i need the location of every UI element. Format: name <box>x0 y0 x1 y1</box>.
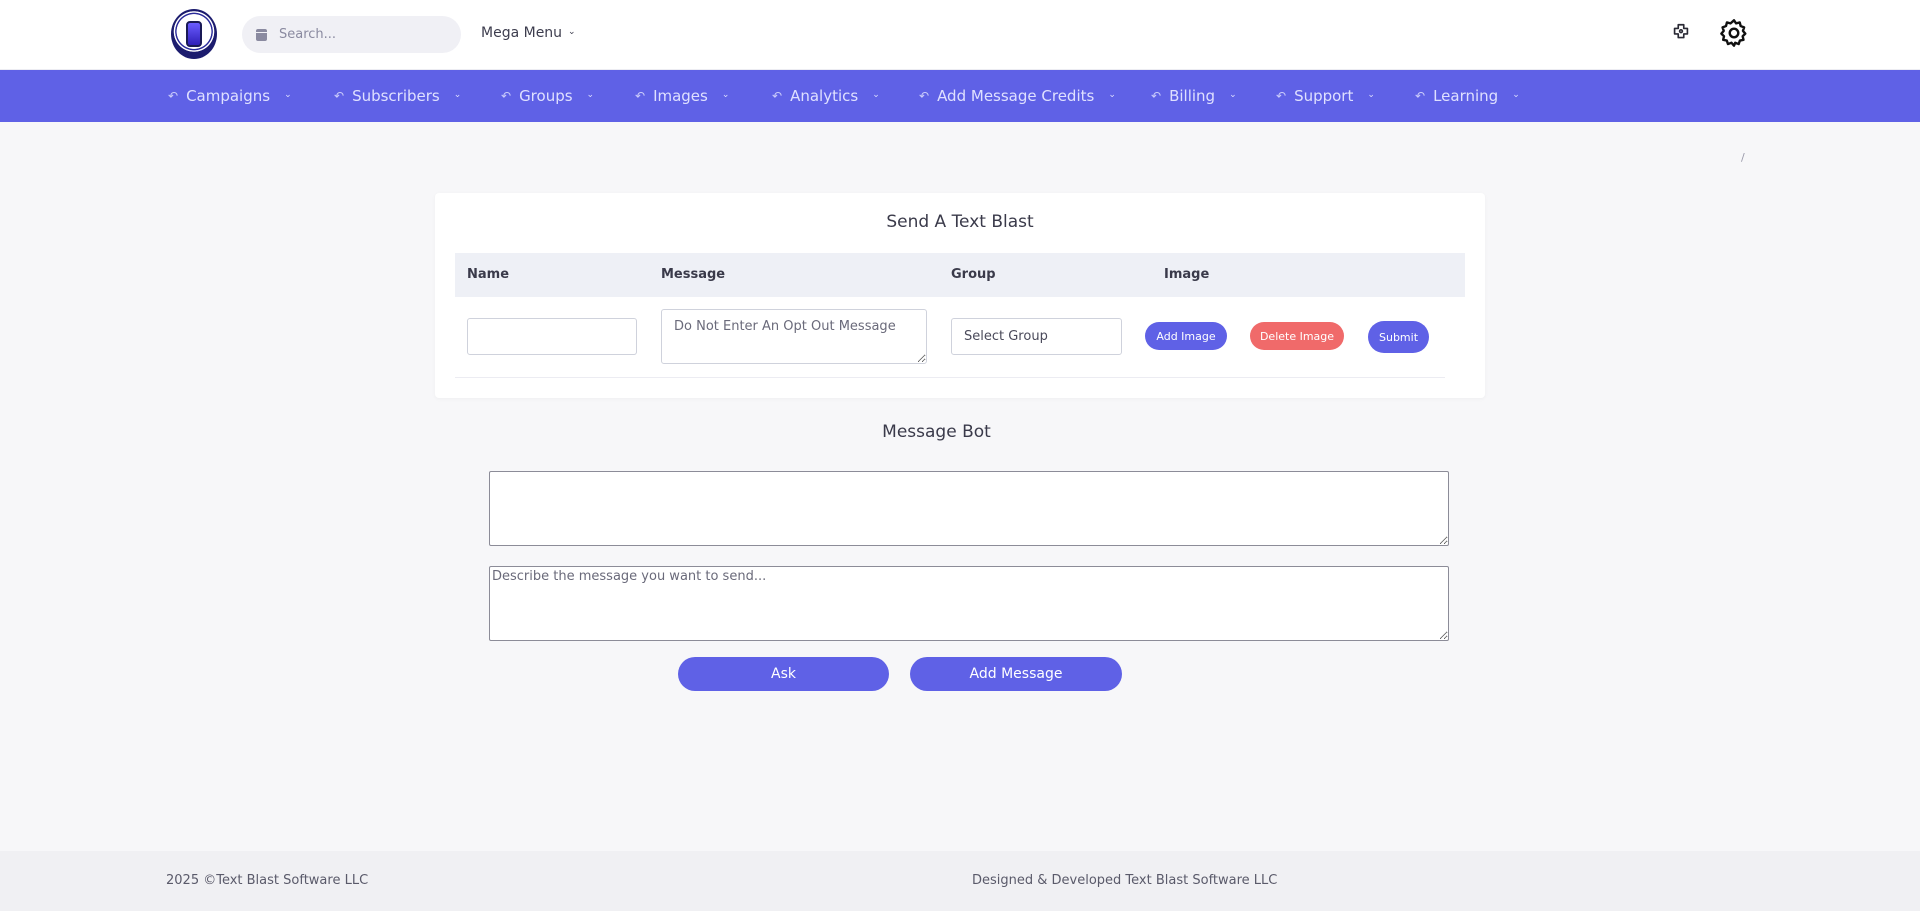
row-divider <box>455 377 1445 378</box>
nav-item-groups[interactable]: ↶ Groups ⌄ <box>501 70 594 122</box>
chevron-down-icon: ⌄ <box>284 90 292 100</box>
plugin-icon[interactable] <box>1669 21 1693 45</box>
mega-menu-label: Mega Menu <box>481 25 563 41</box>
reply-icon: ↶ <box>1151 89 1162 103</box>
reply-icon: ↶ <box>1415 89 1426 103</box>
nav-label: Analytics <box>790 87 859 105</box>
footer-copyright: 2025 ©Text Blast Software LLC <box>166 873 369 888</box>
submit-button[interactable]: Submit <box>1368 321 1429 353</box>
nav-label: Subscribers <box>352 87 440 105</box>
name-input[interactable] <box>467 318 637 355</box>
nav-item-subscribers[interactable]: ↶ Subscribers ⌄ <box>334 70 461 122</box>
reply-icon: ↶ <box>334 89 345 103</box>
group-select[interactable]: Select Group <box>951 318 1122 355</box>
footer-credits: Designed & Developed Text Blast Software… <box>972 873 1278 888</box>
gear-icon[interactable] <box>1717 16 1751 50</box>
nav-label: Add Message Credits <box>937 87 1095 105</box>
reply-icon: ↶ <box>635 89 646 103</box>
nav-label: Images <box>653 87 708 105</box>
nav-item-billing[interactable]: ↶ Billing ⌄ <box>1151 70 1237 122</box>
column-header-message: Message <box>661 267 726 282</box>
breadcrumb: / <box>1741 151 1745 164</box>
nav-item-add-message-credits[interactable]: ↶ Add Message Credits ⌄ <box>919 70 1116 122</box>
table-header: Name Message Group Image <box>455 253 1465 297</box>
calendar-icon <box>256 28 267 41</box>
add-message-button[interactable]: Add Message <box>910 657 1122 691</box>
chevron-down-icon: ⌄ <box>568 27 576 37</box>
nav-label: Learning <box>1433 87 1499 105</box>
column-header-image: Image <box>1164 267 1210 282</box>
search-input[interactable] <box>279 27 439 42</box>
nav-label: Campaigns <box>186 87 271 105</box>
top-header: Mega Menu ⌄ <box>0 0 1920 70</box>
chevron-down-icon: ⌄ <box>1512 90 1520 100</box>
add-image-button[interactable]: Add Image <box>1145 322 1227 350</box>
reply-icon: ↶ <box>501 89 512 103</box>
main-nav: ↶ Campaigns ⌄ ↶ Subscribers ⌄ ↶ Groups ⌄… <box>0 70 1920 122</box>
search-box[interactable] <box>242 16 461 53</box>
nav-item-images[interactable]: ↶ Images ⌄ <box>635 70 729 122</box>
chevron-down-icon: ⌄ <box>872 90 880 100</box>
chevron-down-icon: ⌄ <box>453 90 462 100</box>
reply-icon: ↶ <box>1276 89 1287 103</box>
bot-response-textarea[interactable] <box>489 471 1449 546</box>
reply-icon: ↶ <box>772 89 783 103</box>
column-header-name: Name <box>467 267 510 282</box>
nav-item-analytics[interactable]: ↶ Analytics ⌄ <box>772 70 880 122</box>
chevron-down-icon: ⌄ <box>1108 90 1116 100</box>
chevron-down-icon: ⌄ <box>586 90 595 100</box>
message-textarea[interactable] <box>661 309 927 364</box>
delete-image-button[interactable]: Delete Image <box>1250 322 1344 350</box>
card-title: Send A Text Blast <box>886 212 1034 232</box>
ask-button[interactable]: Ask <box>678 657 889 691</box>
message-bot-title: Message Bot <box>882 422 991 442</box>
column-header-group: Group <box>951 267 996 282</box>
nav-item-learning[interactable]: ↶ Learning ⌄ <box>1415 70 1520 122</box>
bot-prompt-textarea[interactable] <box>489 566 1449 641</box>
nav-item-support[interactable]: ↶ Support ⌄ <box>1276 70 1375 122</box>
nav-label: Groups <box>519 87 573 105</box>
chevron-down-icon: ⌄ <box>1367 90 1375 100</box>
nav-label: Billing <box>1169 87 1216 105</box>
chevron-down-icon: ⌄ <box>721 90 730 100</box>
reply-icon: ↶ <box>919 89 930 103</box>
nav-item-campaigns[interactable]: ↶ Campaigns ⌄ <box>168 70 292 122</box>
app-logo-icon[interactable] <box>171 9 217 59</box>
mega-menu-dropdown[interactable]: Mega Menu ⌄ <box>481 25 576 41</box>
nav-label: Support <box>1294 87 1354 105</box>
footer: 2025 ©Text Blast Software LLC Designed &… <box>0 851 1920 911</box>
chevron-down-icon: ⌄ <box>1229 90 1237 100</box>
reply-icon: ↶ <box>168 89 179 103</box>
text-blast-card: Send A Text Blast Name Message Group Ima… <box>435 193 1485 398</box>
